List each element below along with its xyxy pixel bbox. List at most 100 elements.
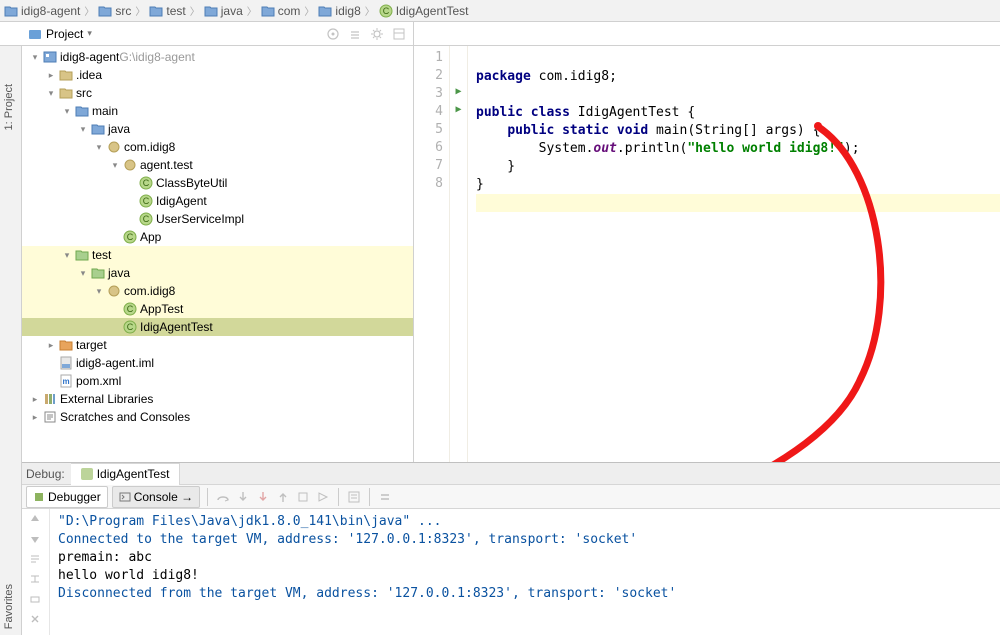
folder-orange-icon	[58, 338, 74, 352]
tree-node[interactable]: ▸target	[22, 336, 413, 354]
collapse-all-icon[interactable]	[347, 26, 363, 42]
tree-arrow-icon[interactable]: ▾	[44, 88, 58, 99]
tree-node[interactable]: ▾agent.test	[22, 156, 413, 174]
tree-arrow-icon[interactable]: ▾	[60, 106, 74, 117]
breadcrumb-item[interactable]: CIdigAgentTest	[379, 4, 469, 18]
tree-node[interactable]: ▾ main	[22, 102, 413, 120]
drop-frame-icon[interactable]	[295, 489, 311, 505]
code-area[interactable]: 12345678 ▶▶ package com.idig8; public cl…	[414, 46, 1000, 462]
project-label[interactable]: Project ▾	[28, 27, 92, 41]
tree-node[interactable]: idig8-agent.iml	[22, 354, 413, 372]
debug-run-config-tab[interactable]: IdigAgentTest	[71, 463, 181, 485]
gutter-run-icon[interactable]: ▶	[450, 104, 467, 122]
hide-panel-icon[interactable]	[391, 26, 407, 42]
console-output[interactable]: "D:\Program Files\Java\jdk1.8.0_141\bin\…	[50, 509, 1000, 635]
tree-node[interactable]: ▾src	[22, 84, 413, 102]
tree-node[interactable]: mpom.xml	[22, 372, 413, 390]
favorites-side-tab[interactable]: Favorites	[3, 584, 15, 629]
down-icon[interactable]	[29, 533, 43, 547]
gutter-run-icon[interactable]: ▶	[450, 86, 467, 104]
tree-node[interactable]: ▾java	[22, 120, 413, 138]
clear-icon[interactable]	[29, 613, 43, 627]
code-content[interactable]: package com.idig8; public class IdigAgen…	[468, 46, 1000, 462]
tree-arrow-icon[interactable]: ▾	[76, 268, 90, 279]
gutter-run-icon[interactable]	[450, 68, 467, 86]
force-step-into-icon[interactable]	[255, 489, 271, 505]
tree-label: IdigAgentTest	[138, 320, 213, 334]
module-icon	[42, 50, 58, 64]
tool-row: Project ▾	[0, 22, 1000, 46]
tree-arrow-icon[interactable]: ▸	[44, 340, 58, 351]
breadcrumb-item[interactable]: src	[98, 4, 131, 18]
class-icon: C	[122, 230, 138, 244]
gutter-run-icon[interactable]	[450, 176, 467, 194]
debugger-tab[interactable]: Debugger	[26, 486, 108, 508]
kw-method: public static void	[507, 123, 648, 138]
scroll-end-icon[interactable]	[29, 573, 43, 587]
console-tab[interactable]: Console →	[112, 486, 200, 508]
tree-label: com.idig8	[122, 140, 175, 154]
code-text: .println(	[617, 141, 687, 156]
tree-node[interactable]: C IdigAgentTest	[22, 318, 413, 336]
tree-node[interactable]: ▸.idea	[22, 66, 413, 84]
chevron-right-icon: 〉	[84, 3, 94, 18]
tree-arrow-icon[interactable]: ▾	[92, 142, 106, 153]
tree-node[interactable]: CUserServiceImpl	[22, 210, 413, 228]
console: "D:\Program Files\Java\jdk1.8.0_141\bin\…	[22, 509, 1000, 635]
kw-class: public class	[476, 105, 570, 120]
tree-label: App	[138, 230, 161, 244]
up-icon[interactable]	[29, 513, 43, 527]
tree-node[interactable]: ▾java	[22, 264, 413, 282]
class-icon: C	[122, 302, 138, 316]
svg-text:C: C	[143, 178, 150, 188]
tree-label: main	[90, 104, 118, 118]
tree-path: G:\idig8-agent	[119, 50, 194, 64]
gutter-run-icon[interactable]	[450, 122, 467, 140]
breadcrumb-item[interactable]: com	[261, 4, 301, 18]
console-side-toolbar	[22, 509, 50, 635]
breadcrumb-item[interactable]: idig8-agent	[4, 4, 80, 18]
tree-node[interactable]: CApp	[22, 228, 413, 246]
gutter-run-icon[interactable]	[450, 50, 467, 68]
soft-wrap-icon[interactable]	[29, 553, 43, 567]
run-gutter[interactable]: ▶▶	[450, 46, 468, 462]
gutter-run-icon[interactable]	[450, 158, 467, 176]
tree-arrow-icon[interactable]: ▾	[108, 160, 122, 171]
breadcrumb-item[interactable]: test	[149, 4, 185, 18]
tree-arrow-icon[interactable]: ▸	[44, 70, 58, 81]
svg-text:C: C	[127, 322, 134, 332]
folder-icon	[58, 86, 74, 100]
console-line: Connected to the target VM, address: '12…	[58, 532, 637, 547]
tree-arrow-icon[interactable]: ▾	[28, 52, 42, 63]
tree-node[interactable]: CClassByteUtil	[22, 174, 413, 192]
project-dropdown-icon[interactable]: ▾	[87, 28, 92, 39]
more-icon[interactable]	[377, 489, 393, 505]
tree-node[interactable]: CIdigAgent	[22, 192, 413, 210]
tree-node[interactable]: ▾idig8-agent G:\idig8-agent	[22, 48, 413, 66]
tree-arrow-icon[interactable]: ▸	[28, 394, 42, 405]
print-icon[interactable]	[29, 593, 43, 607]
gear-icon[interactable]	[369, 26, 385, 42]
tree-node[interactable]: ▾test	[22, 246, 413, 264]
step-over-icon[interactable]	[215, 489, 231, 505]
breadcrumb-item[interactable]: java	[204, 4, 243, 18]
breadcrumb-item[interactable]: idig8	[318, 4, 360, 18]
tree-arrow-icon[interactable]: ▸	[28, 412, 42, 423]
run-to-cursor-icon[interactable]	[315, 489, 331, 505]
tree-arrow-icon[interactable]: ▾	[76, 124, 90, 135]
step-into-icon[interactable]	[235, 489, 251, 505]
tree-arrow-icon[interactable]: ▾	[92, 286, 106, 297]
tree-node[interactable]: ▾com.idig8	[22, 282, 413, 300]
target-icon[interactable]	[325, 26, 341, 42]
step-out-icon[interactable]	[275, 489, 291, 505]
gutter-run-icon[interactable]	[450, 140, 467, 158]
tree-node[interactable]: ▸External Libraries	[22, 390, 413, 408]
project-tree[interactable]: ▾idig8-agent G:\idig8-agent▸.idea▾src▾ma…	[22, 46, 413, 462]
tree-node[interactable]: CAppTest	[22, 300, 413, 318]
project-side-tab[interactable]: 1: Project	[3, 84, 15, 130]
line-number: 6	[414, 140, 443, 158]
tree-node[interactable]: ▾ com.idig8	[22, 138, 413, 156]
tree-node[interactable]: ▸Scratches and Consoles	[22, 408, 413, 426]
tree-arrow-icon[interactable]: ▾	[60, 250, 74, 261]
evaluate-icon[interactable]	[346, 489, 362, 505]
